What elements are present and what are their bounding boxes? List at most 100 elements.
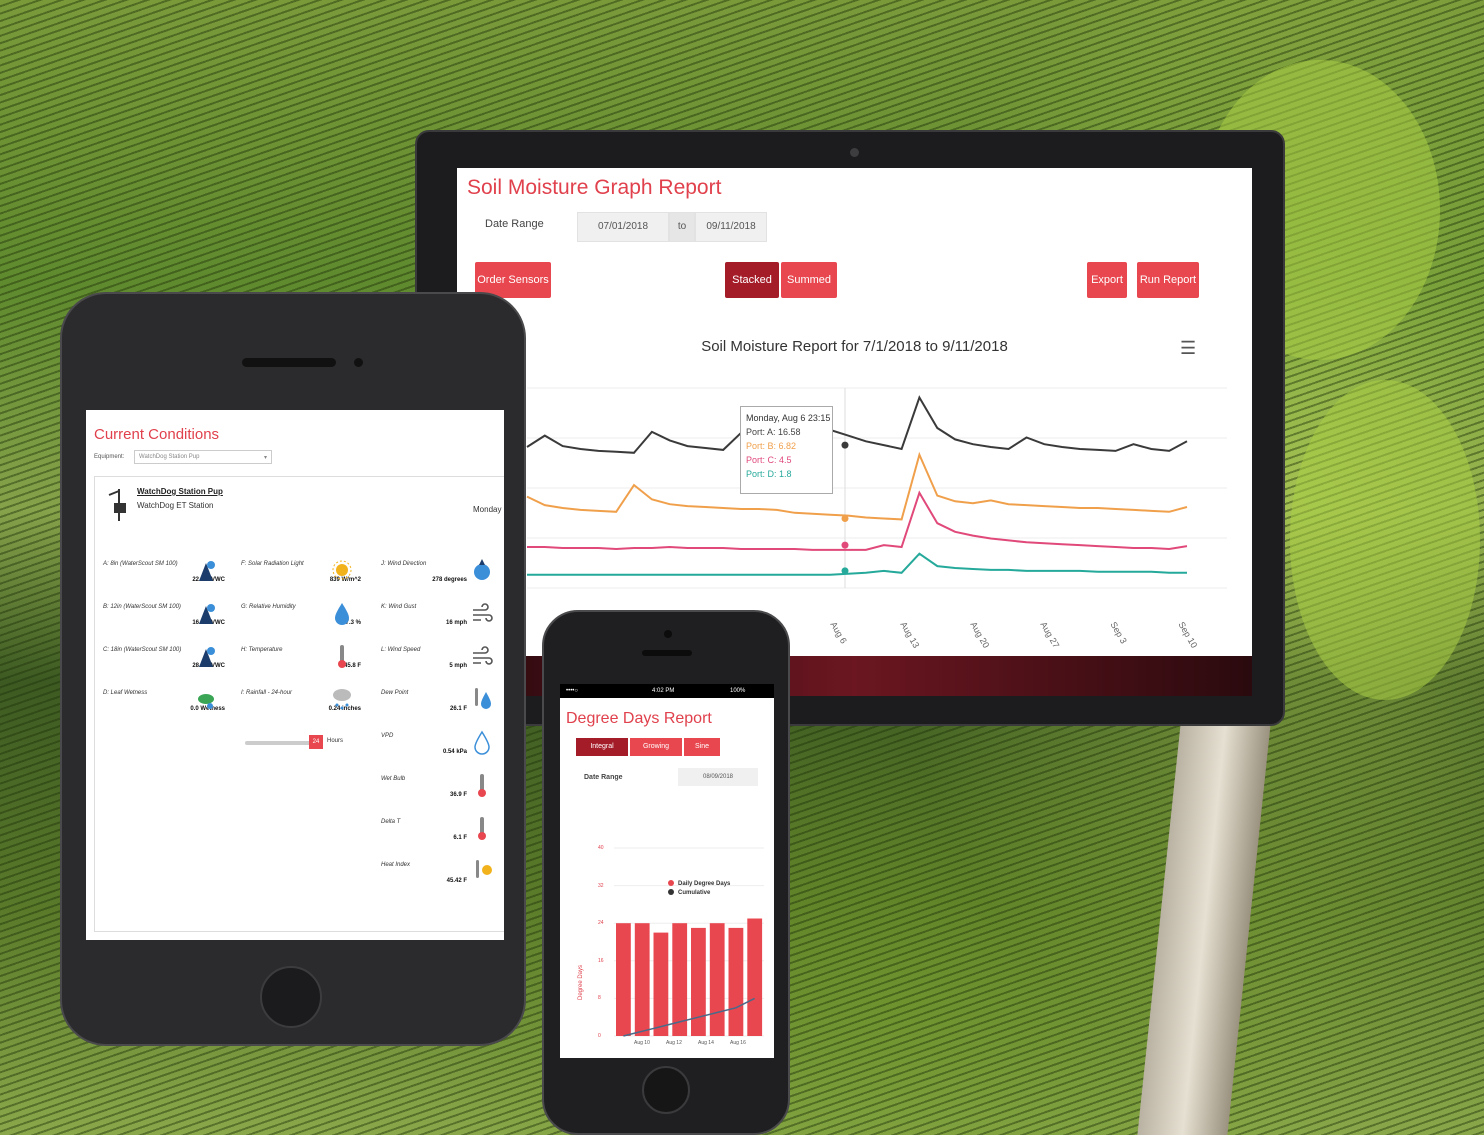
hover-point — [841, 441, 849, 449]
bar — [709, 923, 725, 1036]
thermometer-icon-graphic — [338, 645, 346, 668]
tablet-home-button[interactable] — [260, 966, 322, 1028]
y-tick: 16 — [598, 957, 604, 964]
series-line — [526, 395, 1188, 454]
wind-icon — [471, 643, 493, 669]
station-type: WatchDog ET Station — [137, 501, 214, 510]
weather-station-icon — [108, 489, 126, 521]
wind-icon-graphic — [473, 603, 493, 622]
equipment-label: Equipment: — [94, 454, 125, 460]
vpd-drop-icon-graphic — [474, 730, 490, 755]
series-line — [527, 490, 1188, 551]
monitor-camera — [850, 148, 859, 157]
sensor-value: 16 mph — [445, 620, 467, 626]
sensor-value: 0.54 kPa — [442, 749, 467, 755]
sensor-value: 45.42 F — [446, 878, 467, 884]
y-tick: 40 — [598, 845, 604, 851]
tooltip-port-d: Port: D: 1.8 — [746, 469, 792, 479]
tooltip-header: Monday, Aug 6 23:15 — [746, 413, 831, 423]
page-title: Current Conditions — [94, 426, 220, 443]
thermometer-icon-graphic — [478, 774, 486, 797]
y-tick: 24 — [598, 920, 604, 927]
legend-daily[interactable]: Daily Degree Days — [668, 880, 730, 889]
chart-legend: Daily Degree Days Cumulative — [668, 880, 730, 898]
bar — [616, 923, 631, 1036]
summed-button[interactable]: Summed — [781, 262, 837, 298]
series-line — [527, 552, 1187, 576]
legend-label: Daily Degree Days — [678, 881, 731, 887]
date-from-input[interactable]: 07/01/2018 — [577, 212, 669, 242]
x-tick-label: Aug 14 — [698, 1040, 714, 1046]
phone-device: ••••○ 4:02 PM 100% Degree Days Report In… — [542, 610, 790, 1135]
stacked-button[interactable]: Stacked — [725, 262, 779, 298]
sensor-value: 5 mph — [449, 663, 467, 669]
equipment-value: WatchDog Station Pup — [139, 454, 200, 460]
date-to-input[interactable]: 09/11/2018 — [695, 212, 767, 242]
tooltip-port-a: Port: A: 16.58 — [746, 427, 801, 437]
station-panel: WatchDog Station Pup WatchDog ET Station… — [94, 476, 504, 932]
sensor-value: 6.1 F — [453, 835, 467, 841]
soil-moisture-icon — [195, 643, 217, 669]
y-axis-label: Degree Days — [578, 964, 584, 1000]
hamburger-menu-icon[interactable]: ☰ — [1180, 338, 1196, 359]
wind-icon — [471, 600, 493, 626]
sensor-value: 26.1 F — [449, 706, 467, 712]
humidity-drop-icon — [331, 600, 353, 626]
tooltip-port-c: Port: C: 4.5 — [746, 455, 792, 465]
station-name-link[interactable]: WatchDog Station Pup — [137, 487, 223, 496]
date-to-label: to — [669, 212, 695, 242]
tablet-camera — [354, 358, 363, 367]
legend-swatch — [668, 880, 674, 887]
phone-home-button[interactable] — [642, 1066, 690, 1114]
x-tick-label: Aug 16 — [730, 1040, 746, 1046]
sensor-value: 36.9 F — [449, 792, 467, 798]
sensor-label: Heat Index — [381, 862, 411, 868]
x-tick-label: Aug 10 — [634, 1040, 650, 1046]
soil-moisture-icon — [195, 600, 217, 626]
thermometer-icon — [331, 643, 353, 669]
phone-speaker — [642, 650, 692, 656]
chart-title: Soil Moisture Report for 7/1/2018 to 9/1… — [701, 338, 1008, 355]
sensor-label: C: 18in (WaterScout SM 100) — [103, 647, 182, 653]
tablet-device: Current Conditions Equipment: WatchDog S… — [60, 292, 526, 1046]
soil-moisture-icon-graphic — [199, 647, 215, 667]
sensor-label: Wet Bulb — [381, 776, 406, 782]
thermometer-icon — [471, 772, 493, 798]
sensor-label: G: Relative Humidity — [241, 604, 296, 610]
legend-cumulative[interactable]: Cumulative — [668, 889, 730, 898]
sun-icon-graphic — [332, 560, 352, 580]
rain-cloud-icon — [331, 686, 353, 712]
compass-icon-graphic — [474, 559, 490, 580]
rain-cloud-icon-graphic — [333, 689, 351, 710]
sensor-label: Delta T — [381, 819, 401, 825]
bar — [747, 918, 763, 1036]
legend-swatch — [668, 889, 674, 896]
degree-days-bar-chart — [614, 847, 764, 1037]
export-button[interactable]: Export — [1087, 262, 1127, 298]
dew-point-icon — [471, 686, 493, 712]
hours-label: Hours — [327, 738, 344, 744]
hours-slider-handle[interactable]: 24 — [309, 735, 323, 749]
soil-moisture-screen: Soil Moisture Graph Report Date Range 07… — [457, 168, 1252, 656]
hours-slider-track[interactable] — [245, 741, 315, 745]
tooltip-port-b: Port: B: 6.82 — [746, 441, 797, 451]
vine-leaves — [1290, 380, 1480, 700]
run-report-button[interactable]: Run Report — [1137, 262, 1199, 298]
bar — [691, 927, 706, 1036]
hover-point — [841, 515, 849, 522]
leaf-icon-graphic — [198, 694, 214, 709]
x-tick-label: Aug 12 — [666, 1040, 682, 1046]
heat-index-icon-graphic — [476, 860, 492, 878]
sun-icon — [331, 557, 353, 583]
phone-camera — [664, 630, 672, 638]
sensor-label: K: Wind Gust — [381, 604, 417, 610]
chevron-down-icon: ▾ — [263, 455, 267, 461]
leaf-icon — [195, 686, 217, 712]
soil-moisture-icon-graphic — [199, 604, 215, 624]
legend-label: Cumulative — [678, 890, 711, 896]
date-range-label: Date Range — [485, 218, 544, 230]
bar — [653, 932, 669, 1036]
sensor-label: H: Temperature — [241, 647, 283, 653]
equipment-select[interactable]: WatchDog Station Pup ▾ — [134, 450, 272, 464]
soil-moisture-icon — [195, 557, 217, 583]
